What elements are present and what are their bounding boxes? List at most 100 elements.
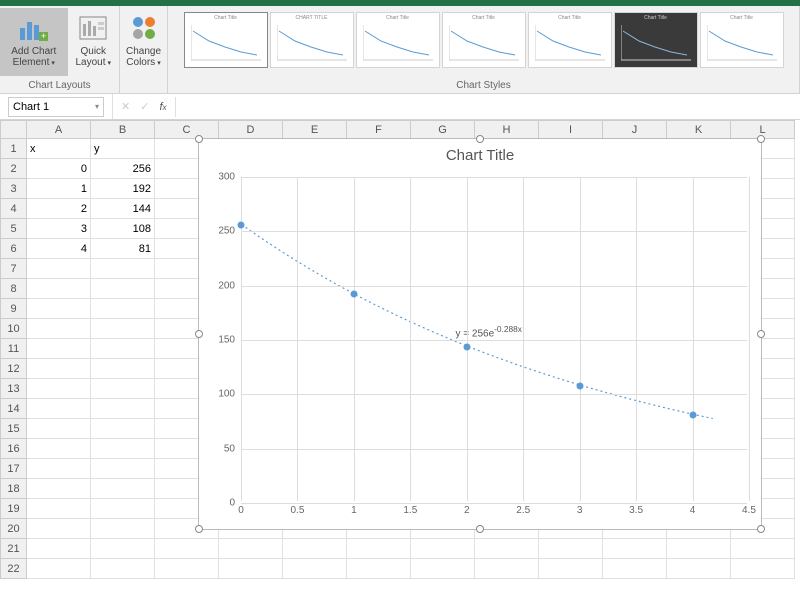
row-header-9[interactable]: 9 [1,299,27,319]
resize-handle[interactable] [757,525,765,533]
cell-D21[interactable] [219,539,283,559]
cell-A10[interactable] [27,319,91,339]
cancel-formula-icon[interactable]: ✕ [121,100,130,113]
data-point[interactable] [238,221,245,228]
row-header-17[interactable]: 17 [1,459,27,479]
row-header-14[interactable]: 14 [1,399,27,419]
row-header-20[interactable]: 20 [1,519,27,539]
cell-B18[interactable] [91,479,155,499]
row-header-3[interactable]: 3 [1,179,27,199]
cell-A16[interactable] [27,439,91,459]
cell-A4[interactable]: 2 [27,199,91,219]
cell-A1[interactable]: x [27,139,91,159]
data-point[interactable] [689,411,696,418]
cell-A21[interactable] [27,539,91,559]
col-header-I[interactable]: I [539,121,603,139]
fx-icon[interactable]: fx [159,101,166,113]
resize-handle[interactable] [195,330,203,338]
row-header-5[interactable]: 5 [1,219,27,239]
cell-B6[interactable]: 81 [91,239,155,259]
cell-B11[interactable] [91,339,155,359]
cell-L22[interactable] [731,559,795,579]
col-header-E[interactable]: E [283,121,347,139]
cell-B7[interactable] [91,259,155,279]
cell-H22[interactable] [475,559,539,579]
row-header-13[interactable]: 13 [1,379,27,399]
cell-A2[interactable]: 0 [27,159,91,179]
cell-A9[interactable] [27,299,91,319]
resize-handle[interactable] [757,135,765,143]
cell-B5[interactable]: 108 [91,219,155,239]
cell-A3[interactable]: 1 [27,179,91,199]
cell-B17[interactable] [91,459,155,479]
cell-D22[interactable] [219,559,283,579]
cell-B13[interactable] [91,379,155,399]
resize-handle[interactable] [195,525,203,533]
cell-A7[interactable] [27,259,91,279]
col-header-B[interactable]: B [91,121,155,139]
chart-style-thumb-3[interactable]: Chart Title [442,12,526,68]
chart-title[interactable]: Chart Title [199,139,761,168]
col-header-A[interactable]: A [27,121,91,139]
cell-I21[interactable] [539,539,603,559]
spreadsheet-grid[interactable]: ABCDEFGHIJKL1xy2025631192421445310864817… [0,120,800,610]
data-point[interactable] [463,343,470,350]
row-header-22[interactable]: 22 [1,559,27,579]
row-header-6[interactable]: 6 [1,239,27,259]
cell-J21[interactable] [603,539,667,559]
cell-A11[interactable] [27,339,91,359]
cell-A22[interactable] [27,559,91,579]
chart-style-thumb-1[interactable]: CHART TITLE [270,12,354,68]
col-header-J[interactable]: J [603,121,667,139]
resize-handle[interactable] [476,135,484,143]
select-all-corner[interactable] [1,121,27,139]
embedded-chart[interactable]: Chart Title y = 256e-0.288x 050100150200… [198,138,762,530]
cell-A13[interactable] [27,379,91,399]
row-header-18[interactable]: 18 [1,479,27,499]
col-header-G[interactable]: G [411,121,475,139]
change-colors-button[interactable]: Change Colors▾ [120,8,167,76]
cell-A20[interactable] [27,519,91,539]
col-header-D[interactable]: D [219,121,283,139]
cell-B4[interactable]: 144 [91,199,155,219]
cell-G21[interactable] [411,539,475,559]
cell-A8[interactable] [27,279,91,299]
trendline-equation[interactable]: y = 256e-0.288x [455,324,521,339]
cell-B21[interactable] [91,539,155,559]
cell-A12[interactable] [27,359,91,379]
cell-J22[interactable] [603,559,667,579]
cell-K21[interactable] [667,539,731,559]
row-header-8[interactable]: 8 [1,279,27,299]
row-header-11[interactable]: 11 [1,339,27,359]
cell-A19[interactable] [27,499,91,519]
cell-B9[interactable] [91,299,155,319]
quick-layout-button[interactable]: Quick Layout▾ [68,8,119,76]
cell-A17[interactable] [27,459,91,479]
cell-B3[interactable]: 192 [91,179,155,199]
row-header-4[interactable]: 4 [1,199,27,219]
cell-I22[interactable] [539,559,603,579]
cell-B1[interactable]: y [91,139,155,159]
row-header-12[interactable]: 12 [1,359,27,379]
cell-B10[interactable] [91,319,155,339]
row-header-19[interactable]: 19 [1,499,27,519]
cell-B16[interactable] [91,439,155,459]
col-header-H[interactable]: H [475,121,539,139]
cell-A14[interactable] [27,399,91,419]
cell-E22[interactable] [283,559,347,579]
cell-B22[interactable] [91,559,155,579]
chart-style-thumb-4[interactable]: Chart Title [528,12,612,68]
chart-style-thumb-5[interactable]: Chart Title [614,12,698,68]
cell-B14[interactable] [91,399,155,419]
formula-bar[interactable] [175,97,800,117]
row-header-16[interactable]: 16 [1,439,27,459]
name-box[interactable]: Chart 1 ▾ [8,97,104,117]
col-header-C[interactable]: C [155,121,219,139]
cell-G22[interactable] [411,559,475,579]
row-header-10[interactable]: 10 [1,319,27,339]
cell-L21[interactable] [731,539,795,559]
cell-B2[interactable]: 256 [91,159,155,179]
resize-handle[interactable] [476,525,484,533]
cell-B8[interactable] [91,279,155,299]
cell-C22[interactable] [155,559,219,579]
